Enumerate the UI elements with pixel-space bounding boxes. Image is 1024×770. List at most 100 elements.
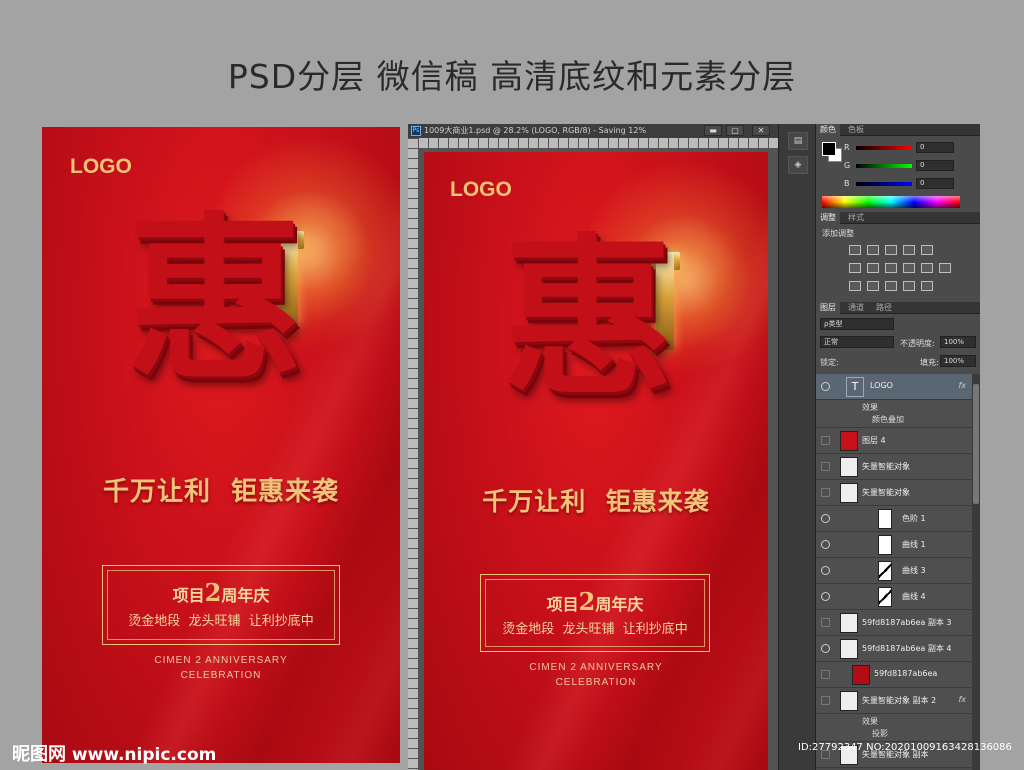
g-value[interactable]: 0: [916, 160, 954, 171]
b-slider-row[interactable]: B 0: [844, 178, 954, 190]
layer-row[interactable]: 矢量智能对象: [816, 480, 972, 506]
tab-paths[interactable]: 路径: [872, 302, 896, 314]
poster-preview-left: LOGO 惠 千万让利 钜惠来袭 项目2周年庆 烫金地段 龙头旺铺 让利抄底中 …: [42, 127, 400, 763]
visibility-off-icon[interactable]: [821, 436, 830, 445]
history-icon[interactable]: ▤: [788, 132, 808, 150]
site-watermark: 昵图网 www.nipic.com: [12, 740, 216, 766]
mixer-icon[interactable]: [921, 263, 933, 273]
b-value[interactable]: 0: [916, 178, 954, 189]
visibility-eye-icon[interactable]: [821, 382, 830, 391]
threshold-icon[interactable]: [885, 281, 897, 291]
anniversary-subtitle: 烫金地段 龙头旺铺 让利抄底中: [502, 622, 688, 637]
selective-color-icon[interactable]: [903, 281, 915, 291]
visibility-eye-icon[interactable]: [821, 592, 830, 601]
layer-thumbnail: [840, 483, 858, 503]
effect-name: 颜色叠加: [872, 415, 904, 424]
canvas-poster[interactable]: LOGO 惠 千万让利 钜惠来袭 项目2周年庆 烫金地段 龙头旺铺 让利抄底中 …: [424, 152, 768, 770]
fill-field[interactable]: 100%: [940, 355, 976, 367]
hero-character: 惠: [126, 197, 304, 404]
color-panel-tabs: 颜色 色板: [816, 124, 980, 136]
layer-row[interactable]: 曲线 4: [816, 584, 972, 610]
layers-scrollbar[interactable]: [972, 374, 980, 770]
hero-character: 惠: [502, 218, 674, 419]
poster-logo: LOGO: [70, 155, 132, 178]
g-slider-row[interactable]: G 0: [844, 160, 954, 172]
lookup-icon[interactable]: [939, 263, 951, 273]
layer-name: 59fd8187ab6ea 副本 3: [862, 618, 952, 627]
layer-row-logo[interactable]: T LOGO fx: [816, 374, 972, 400]
opacity-label: 不透明度:: [900, 339, 935, 348]
posterize-icon[interactable]: [867, 281, 879, 291]
layer-row[interactable]: 59fd8187ab6ea: [816, 662, 972, 688]
layer-row[interactable]: 59fd8187ab6ea 副本 4: [816, 636, 972, 662]
tab-adjustments[interactable]: 调整: [816, 212, 840, 224]
vertical-ruler[interactable]: [408, 138, 418, 770]
photo-filter-icon[interactable]: [903, 263, 915, 273]
layer-thumbnail: [852, 665, 870, 685]
layer-row[interactable]: 矢量智能对象: [816, 454, 972, 480]
layer-row[interactable]: 色阶 1: [816, 506, 972, 532]
vibrance-icon[interactable]: [921, 245, 933, 255]
visibility-eye-icon[interactable]: [821, 644, 830, 653]
r-slider-row[interactable]: R 0: [844, 142, 954, 154]
anniversary-title: 项目2周年庆: [172, 578, 270, 607]
kind-filter-select[interactable]: ρ类型: [820, 318, 894, 330]
layer-row[interactable]: 曲线 3: [816, 558, 972, 584]
hue-icon[interactable]: [849, 263, 861, 273]
maximize-button[interactable]: ▢: [726, 125, 744, 136]
tab-channels[interactable]: 通道: [844, 302, 868, 314]
layer-row[interactable]: 矢量智能对象 副本 2 fx: [816, 688, 972, 714]
g-label: G: [844, 161, 851, 170]
g-slider[interactable]: [856, 164, 912, 168]
layer-row[interactable]: 曲线 1: [816, 532, 972, 558]
visibility-eye-icon[interactable]: [821, 514, 830, 523]
layer-name: 矢量智能对象 副本 2: [862, 696, 937, 705]
adjustment-mask-thumbnail: [878, 535, 892, 555]
tab-swatches[interactable]: 色板: [844, 124, 868, 136]
layer-row[interactable]: 图层 4: [816, 428, 972, 454]
tab-layers[interactable]: 图层: [816, 302, 840, 314]
gradient-map-icon[interactable]: [921, 281, 933, 291]
poster-slogan: 千万让利 钜惠来袭: [102, 477, 340, 507]
layer-effects-row[interactable]: 效果 投影: [816, 714, 972, 742]
english-line-2: CELEBRATION: [555, 677, 637, 688]
r-slider[interactable]: [856, 146, 912, 150]
blend-mode-select[interactable]: 正常: [820, 336, 894, 348]
visibility-off-icon[interactable]: [821, 462, 830, 471]
adjustment-mask-thumbnail: [878, 509, 892, 529]
color-spectrum-bar[interactable]: [822, 196, 960, 208]
b-slider[interactable]: [856, 182, 912, 186]
balance-icon[interactable]: [867, 263, 879, 273]
fill-label: 填充:: [920, 358, 939, 367]
visibility-eye-icon[interactable]: [821, 540, 830, 549]
visibility-off-icon[interactable]: [821, 670, 830, 679]
visibility-off-icon[interactable]: [821, 488, 830, 497]
bw-icon[interactable]: [885, 263, 897, 273]
adjustment-icons: [846, 242, 956, 296]
properties-icon[interactable]: ◈: [788, 156, 808, 174]
watermark-url: www.nipic.com: [71, 745, 217, 765]
curves-icon[interactable]: [885, 245, 897, 255]
visibility-off-icon[interactable]: [821, 696, 830, 705]
minimize-button[interactable]: ▬: [704, 125, 722, 136]
brightness-icon[interactable]: [849, 245, 861, 255]
visibility-off-icon[interactable]: [821, 618, 830, 627]
adjustment-mask-thumbnail: [878, 561, 892, 581]
layer-panel-tabs: 图层 通道 路径: [816, 302, 980, 314]
photoshop-icon: Ps: [411, 126, 421, 136]
tab-styles[interactable]: 样式: [844, 212, 868, 224]
visibility-eye-icon[interactable]: [821, 566, 830, 575]
horizontal-ruler[interactable]: [418, 138, 778, 148]
panel-icon-strip: ▤ ◈: [778, 124, 816, 770]
tab-color[interactable]: 颜色: [816, 124, 840, 136]
opacity-field[interactable]: 100%: [940, 336, 976, 348]
layer-row[interactable]: 59fd8187ab6ea 副本 3: [816, 610, 972, 636]
layer-effects-row[interactable]: 效果 颜色叠加: [816, 400, 972, 428]
close-button[interactable]: ✕: [752, 125, 770, 136]
invert-icon[interactable]: [849, 281, 861, 291]
levels-icon[interactable]: [867, 245, 879, 255]
document-title-bar[interactable]: Ps 1009大商业1.psd @ 28.2% (LOGO, RGB/8) - …: [408, 124, 778, 138]
r-value[interactable]: 0: [916, 142, 954, 153]
anniversary-box: 项目2周年庆 烫金地段 龙头旺铺 让利抄底中: [102, 565, 340, 645]
exposure-icon[interactable]: [903, 245, 915, 255]
